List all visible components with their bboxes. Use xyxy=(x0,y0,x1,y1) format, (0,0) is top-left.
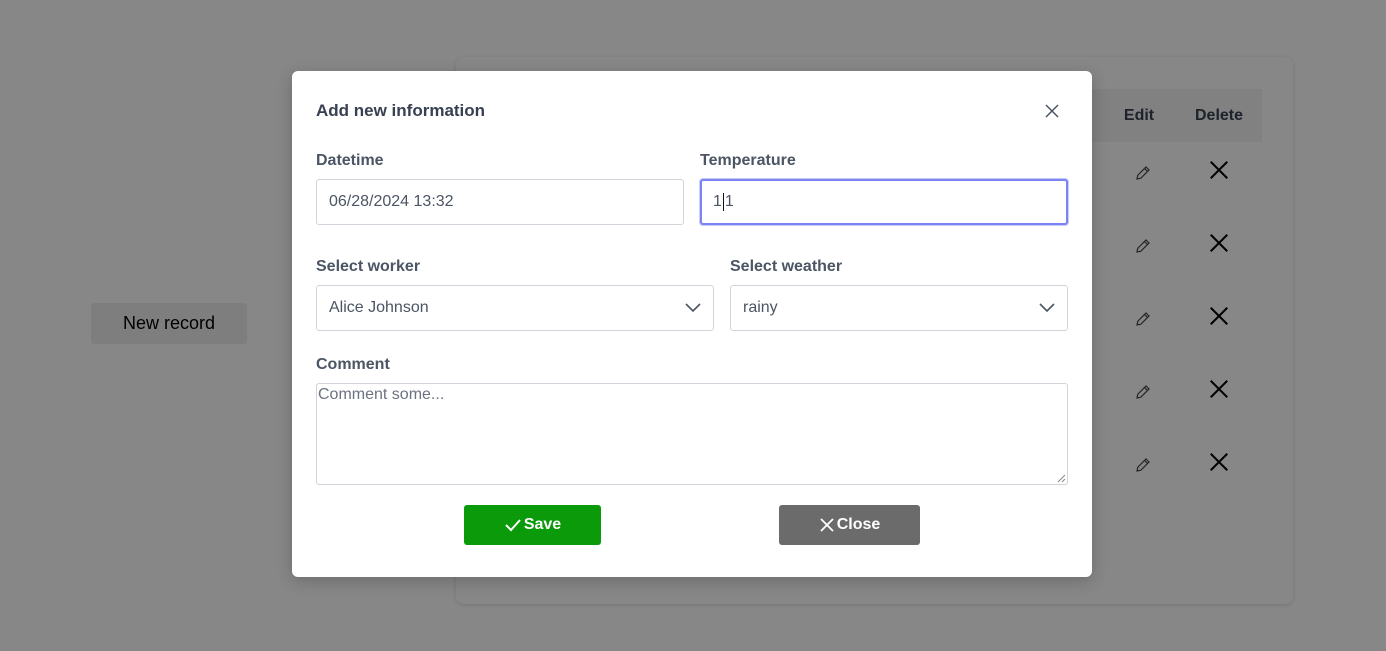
weather-label: Select weather xyxy=(730,258,843,275)
modal-title: Add new information xyxy=(316,101,486,120)
worker-selected-value: Alice Johnson xyxy=(329,299,429,316)
worker-select[interactable]: Alice Johnson xyxy=(316,285,714,331)
datetime-label: Datetime xyxy=(316,152,384,169)
close-icon xyxy=(820,518,834,532)
save-button[interactable]: Save xyxy=(464,505,601,545)
worker-label: Select worker xyxy=(316,258,421,275)
close-button-label: Close xyxy=(836,516,881,533)
modal-close-button[interactable] xyxy=(1040,99,1064,123)
comment-textarea[interactable]: Comment some... xyxy=(316,383,1068,485)
chevron-down-icon xyxy=(1039,300,1055,316)
weather-select[interactable]: rainy xyxy=(730,285,1068,331)
resize-grip-icon[interactable] xyxy=(1056,473,1066,483)
close-icon xyxy=(1045,104,1059,118)
chevron-down-icon xyxy=(685,300,701,316)
text-caret xyxy=(722,193,724,211)
save-button-label: Save xyxy=(523,516,562,533)
temperature-label: Temperature xyxy=(700,152,796,169)
comment-label: Comment xyxy=(316,356,390,373)
datetime-value: 06/28/2024 13:32 xyxy=(329,193,454,210)
close-button[interactable]: Close xyxy=(779,505,920,545)
temperature-value-start: 1 xyxy=(713,193,722,210)
comment-placeholder: Comment some... xyxy=(318,386,445,403)
add-info-modal: Add new information Datetime 06/28/2024 … xyxy=(292,71,1092,577)
temperature-input[interactable]: 11 xyxy=(700,179,1068,225)
check-icon xyxy=(505,519,521,532)
temperature-value-end: 1 xyxy=(724,193,734,210)
datetime-input[interactable]: 06/28/2024 13:32 xyxy=(316,179,684,225)
weather-selected-value: rainy xyxy=(743,299,778,316)
